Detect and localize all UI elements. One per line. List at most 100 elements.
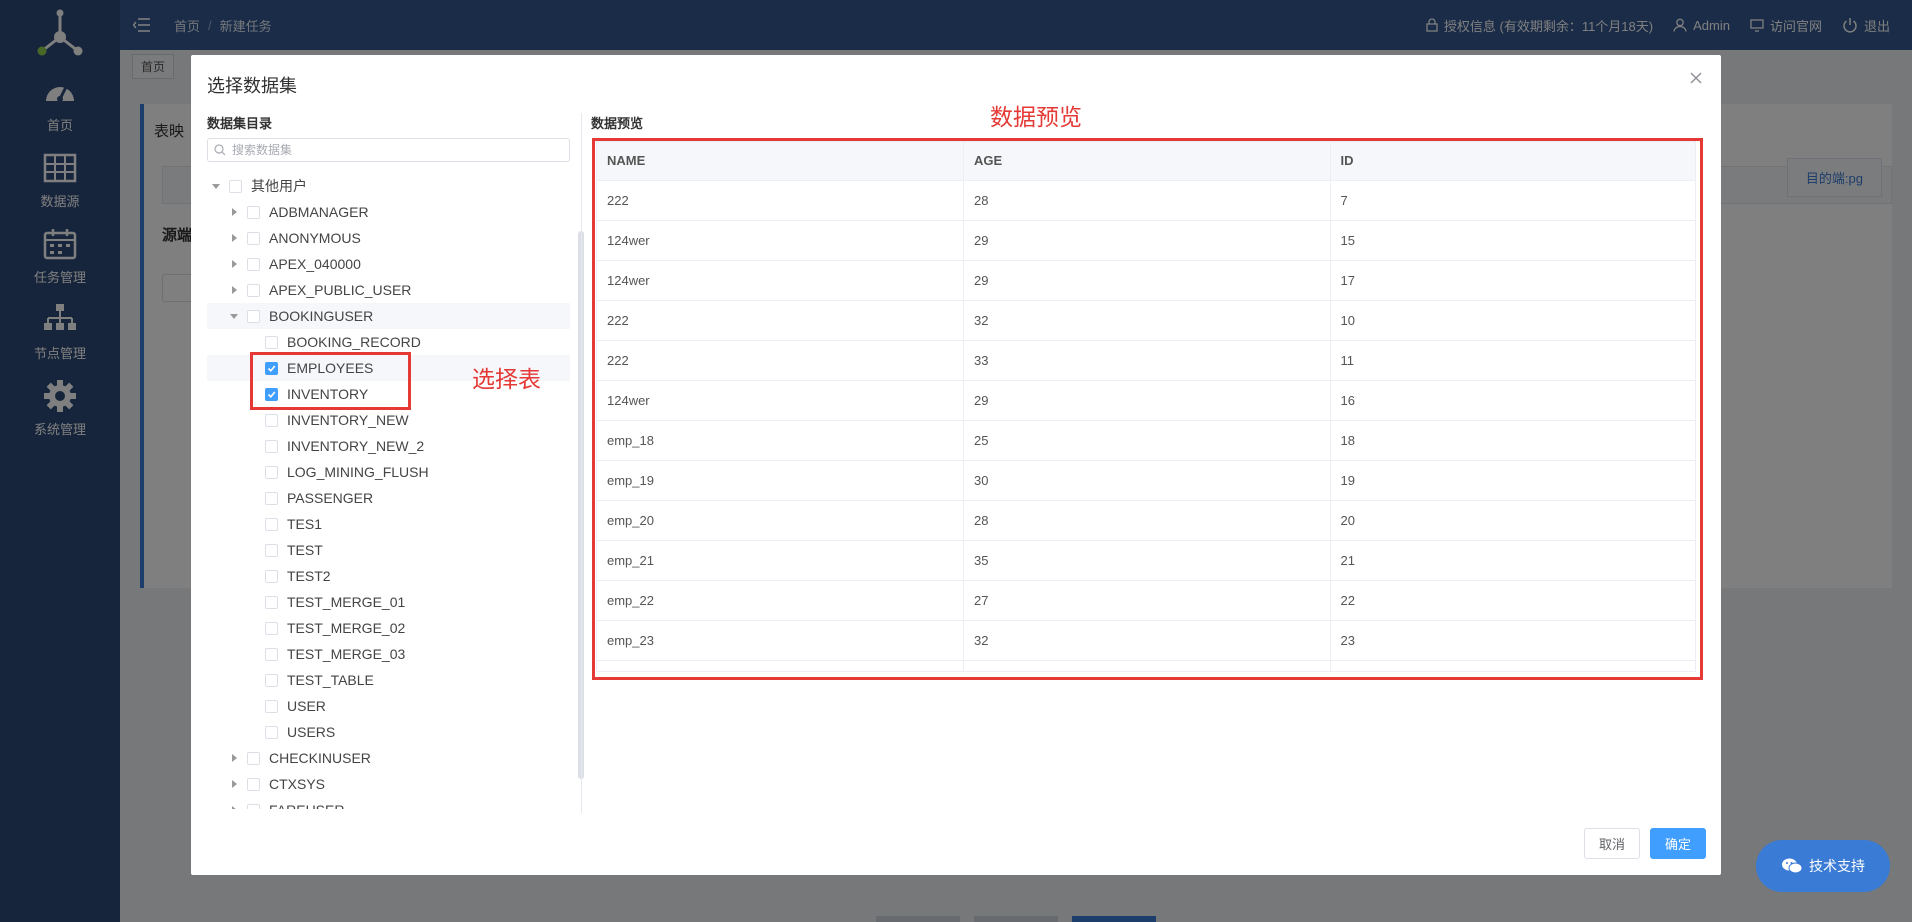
dialog-title: 选择数据集 (207, 76, 297, 96)
checkbox[interactable] (265, 621, 278, 635)
tree-node-label: TEST (287, 542, 323, 558)
tree-node[interactable]: CTXSYS (207, 771, 570, 797)
tree-node[interactable]: TEST_MERGE_01 (207, 589, 570, 615)
checkbox[interactable] (247, 283, 260, 297)
caret-right-icon[interactable] (229, 233, 239, 243)
caret-right-icon[interactable] (229, 259, 239, 269)
tree-node-label: TEST_TABLE (287, 672, 374, 688)
caret-down-icon[interactable] (211, 181, 221, 191)
tree-node-label: 其他用户 (251, 178, 307, 194)
tree-node[interactable]: INVENTORY_NEW_2 (207, 433, 570, 459)
checkbox[interactable] (265, 595, 278, 609)
confirm-button[interactable]: 确定 (1649, 828, 1706, 859)
tree-node[interactable]: TES1 (207, 511, 570, 537)
checkbox[interactable] (265, 465, 278, 479)
caret-right-icon[interactable] (229, 779, 239, 789)
checkbox[interactable] (265, 725, 278, 739)
select-table-annotation-label: 选择表 (472, 366, 541, 392)
checkbox[interactable] (265, 543, 278, 557)
tree-node[interactable]: USERS (207, 719, 570, 745)
tree-node[interactable]: PASSENGER (207, 485, 570, 511)
tree-node-label: TEST2 (287, 568, 331, 584)
tree-node-label: TES1 (287, 516, 323, 532)
tree-node[interactable]: BOOKINGUSER (207, 303, 570, 329)
caret-down-icon[interactable] (229, 311, 239, 321)
tree-node[interactable]: USER (207, 693, 570, 719)
checkbox[interactable] (229, 179, 242, 193)
tree-node-label: USERS (287, 724, 336, 740)
tech-support-label: 技术支持 (1809, 858, 1865, 874)
cancel-button[interactable]: 取消 (1583, 828, 1640, 859)
tree-node[interactable]: TEST_MERGE_02 (207, 615, 570, 641)
tree-node[interactable]: CHECKINUSER (207, 745, 570, 771)
tech-support-button[interactable]: 技术支持 (1756, 840, 1890, 892)
select-dataset-dialog: 选择数据集 数据集目录 其他用户 ADBMANAGER ANONYMOUS APEX_… (191, 55, 1721, 875)
tree-node[interactable]: TEST (207, 537, 570, 563)
tree-node[interactable]: TEST_TABLE (207, 667, 570, 693)
search-icon (214, 144, 226, 156)
checkbox[interactable] (265, 491, 278, 505)
checkbox[interactable] (247, 257, 260, 271)
preview-annotation-box (592, 138, 1703, 680)
checkbox[interactable] (265, 569, 278, 583)
checkbox[interactable] (265, 647, 278, 661)
caret-right-icon[interactable] (229, 207, 239, 217)
tree-node[interactable]: FAREUSER (207, 797, 570, 809)
dataset-tree: 其他用户 ADBMANAGER ANONYMOUS APEX_040000 APEX_P… (207, 173, 570, 809)
checkbox[interactable] (247, 803, 260, 809)
checkbox[interactable] (265, 699, 278, 713)
tree-node-label: TEST_MERGE_01 (287, 594, 406, 610)
dataset-directory-pane: 数据集目录 其他用户 ADBMANAGER ANONYMOUS APEX_040000… (207, 113, 584, 813)
tree-node[interactable]: TEST_MERGE_03 (207, 641, 570, 667)
checkbox[interactable] (265, 335, 278, 349)
tree-node-label: APEX_040000 (269, 256, 361, 272)
tree-node-label: BOOKINGUSER (269, 308, 374, 324)
tree-node[interactable]: LOG_MINING_FLUSH (207, 459, 570, 485)
tree-node-label: PASSENGER (287, 490, 374, 506)
tree-node-label: INVENTORY_NEW (287, 412, 409, 428)
tree-node[interactable]: 其他用户 (207, 173, 570, 199)
caret-right-icon[interactable] (229, 285, 239, 295)
data-preview-title: 数据预览 (591, 116, 644, 131)
tree-node[interactable]: ADBMANAGER (207, 199, 570, 225)
checkbox[interactable] (247, 309, 260, 323)
tree-node[interactable]: ANONYMOUS (207, 225, 570, 251)
wechat-icon (1782, 858, 1803, 874)
tree-node-label: TEST_MERGE_02 (287, 620, 406, 636)
checkbox[interactable] (265, 517, 278, 531)
tree-node[interactable]: APEX_040000 (207, 251, 570, 277)
dataset-search[interactable] (207, 138, 570, 162)
tree-node-label: INVENTORY_NEW_2 (287, 438, 425, 454)
tree-node-label: CHECKINUSER (269, 750, 371, 766)
caret-right-icon[interactable] (229, 753, 239, 763)
checkbox[interactable] (247, 751, 260, 765)
tree-node[interactable]: TEST2 (207, 563, 570, 589)
tree-node-label: TEST_MERGE_03 (287, 646, 406, 662)
checkbox[interactable] (247, 205, 260, 219)
checkbox[interactable] (247, 777, 260, 791)
tree-node[interactable]: INVENTORY_NEW (207, 407, 570, 433)
dataset-search-input[interactable] (232, 143, 552, 157)
close-icon[interactable] (1685, 67, 1707, 89)
checkbox[interactable] (265, 413, 278, 427)
dialog-footer: 取消 确定 (1583, 828, 1706, 859)
tree-node-label: APEX_PUBLIC_USER (269, 282, 412, 298)
tree-node-label: ANONYMOUS (269, 230, 361, 246)
tree-node[interactable]: APEX_PUBLIC_USER (207, 277, 570, 303)
checkbox[interactable] (265, 439, 278, 453)
checkbox[interactable] (247, 231, 260, 245)
checkbox[interactable] (265, 673, 278, 687)
pane-divider (581, 113, 582, 813)
caret-right-icon[interactable] (229, 805, 239, 809)
